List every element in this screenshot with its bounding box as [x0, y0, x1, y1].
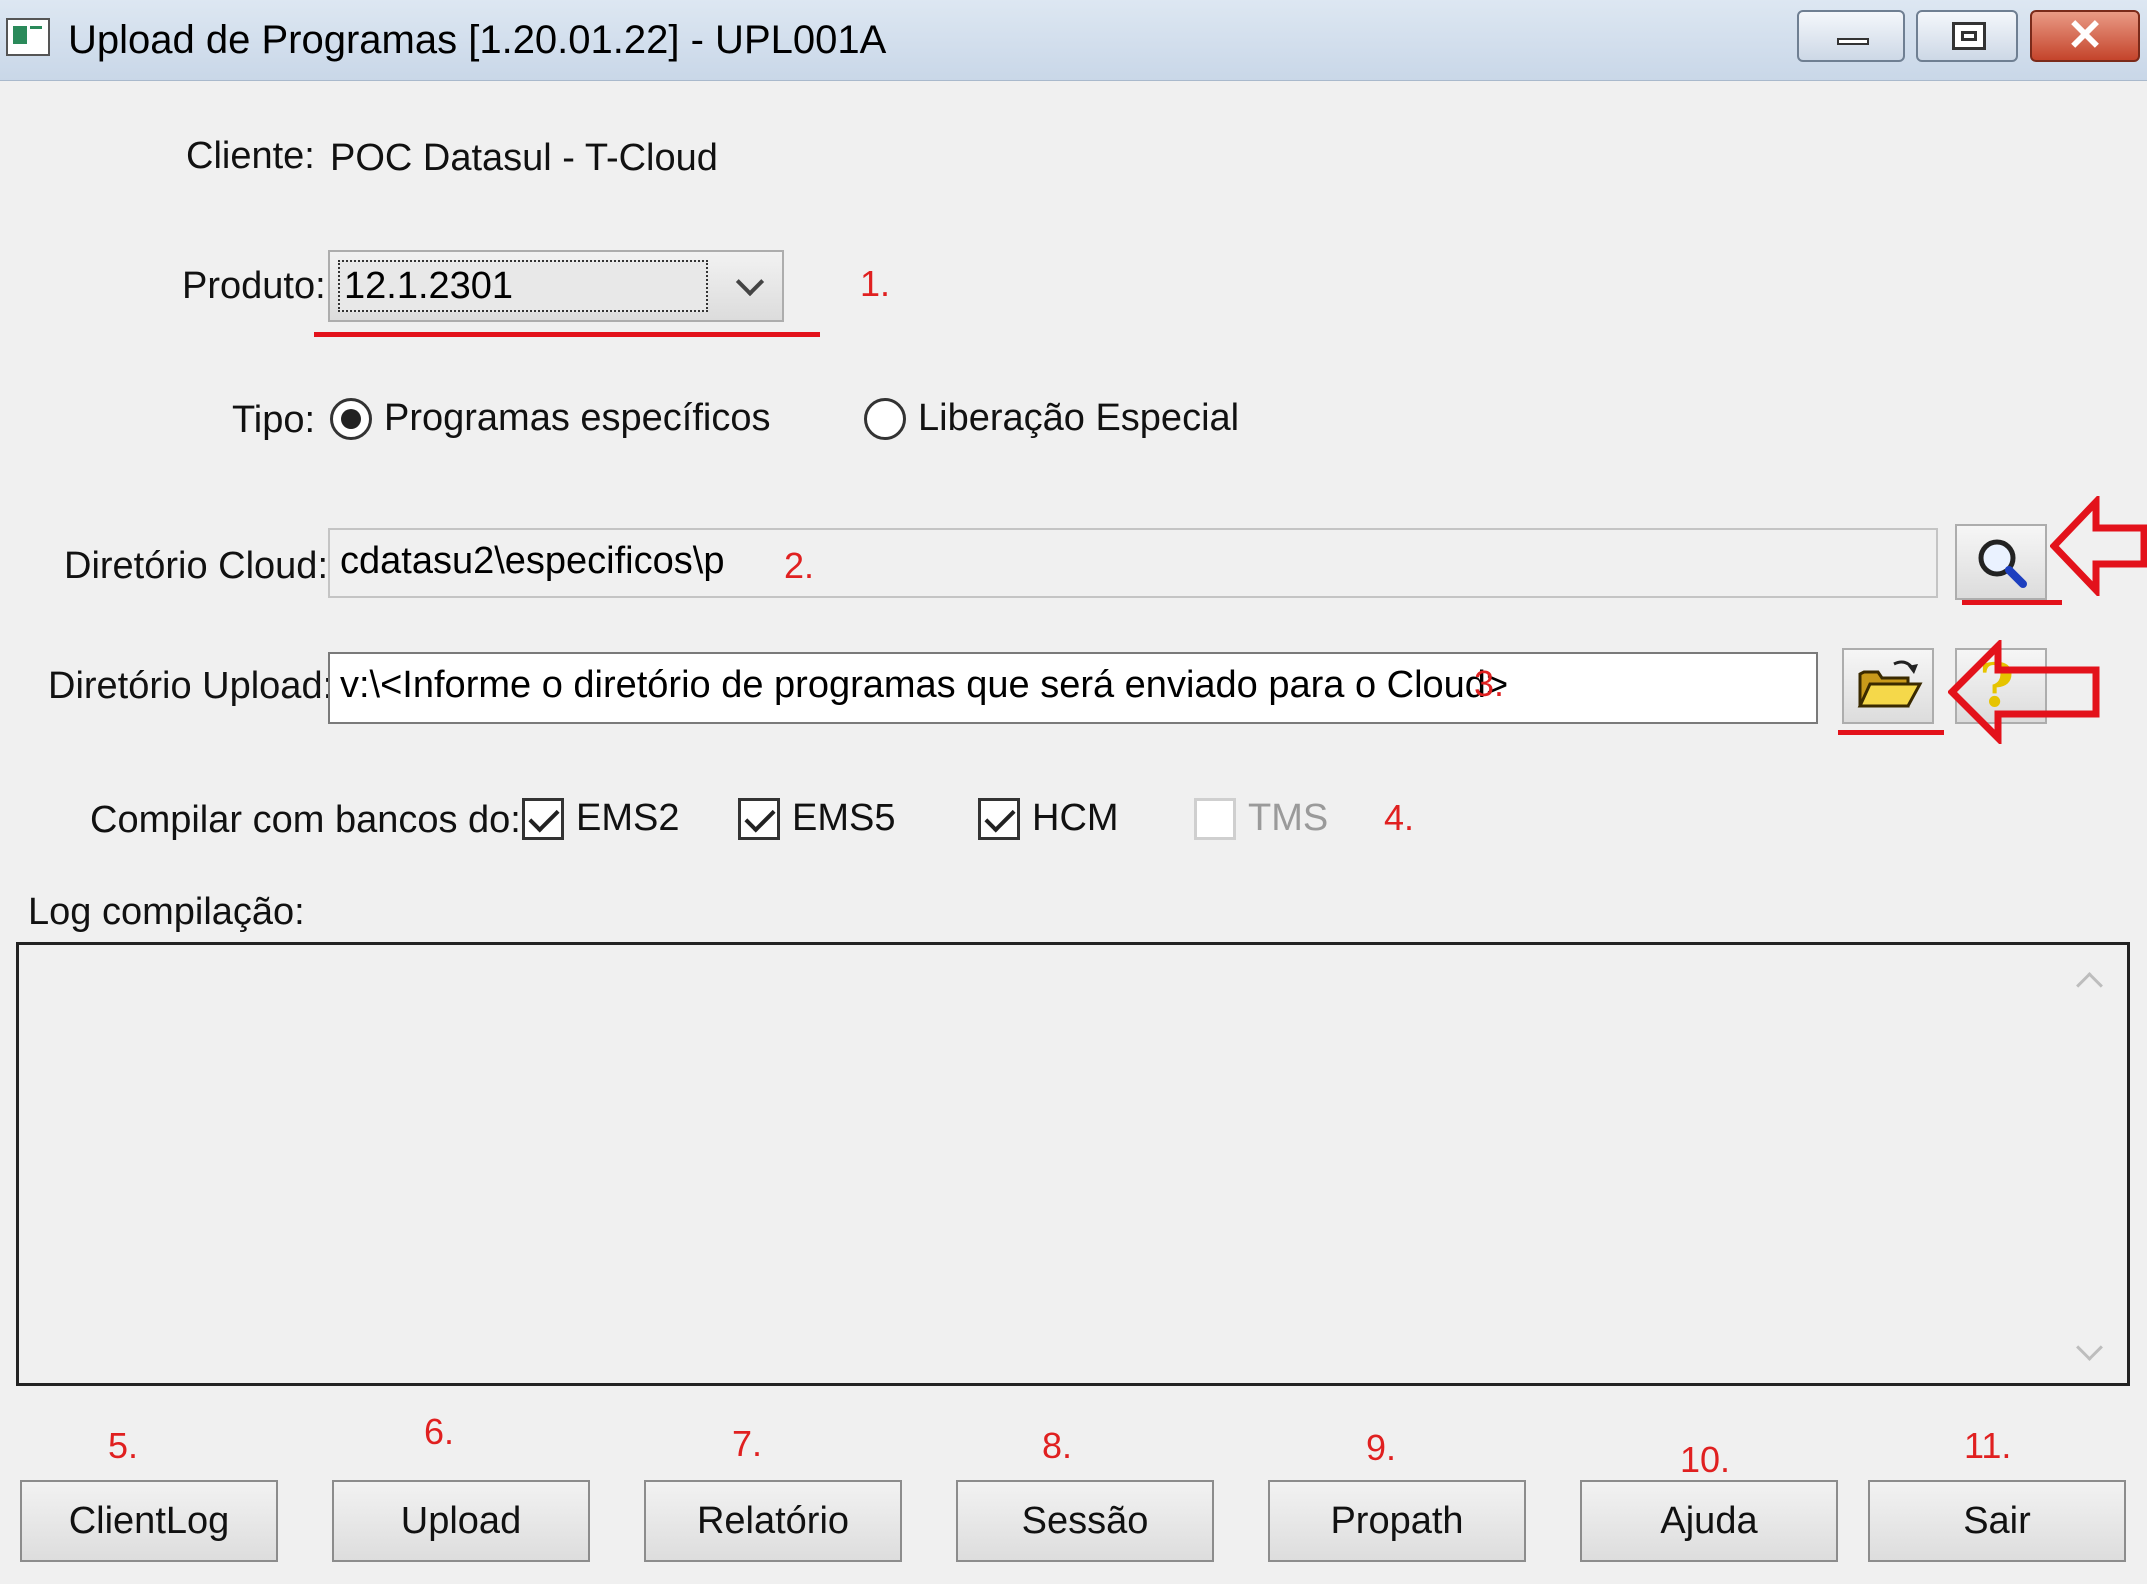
- chevron-down-icon[interactable]: [722, 252, 782, 320]
- annotation-marker: 5.: [108, 1425, 139, 1466]
- checkbox-label: TMS: [1248, 797, 1329, 839]
- scroll-up-icon[interactable]: [2070, 966, 2110, 996]
- radio-label: Programas específicos: [384, 397, 771, 439]
- diretorio-upload-input[interactable]: v:\<Informe o diretório de programas que…: [328, 652, 1818, 724]
- annotation-arrow-icon: [1948, 640, 2100, 744]
- browse-folder-button[interactable]: [1842, 648, 1934, 724]
- checkbox-label: EMS5: [792, 797, 896, 839]
- folder-open-icon: [1857, 660, 1923, 708]
- diretorio-cloud-value: cdatasu2\especificos\p: [340, 540, 725, 582]
- tipo-label: Tipo:: [232, 399, 316, 441]
- sessao-button[interactable]: Sessão: [956, 1480, 1214, 1562]
- window-title: Upload de Programas [1.20.01.22] - UPL00…: [68, 18, 887, 62]
- annotation-marker: 4.: [1384, 797, 1415, 838]
- close-icon: ✕: [2066, 11, 2104, 60]
- annotation-marker: 3.: [1474, 663, 1505, 704]
- minimize-button[interactable]: [1797, 10, 1905, 62]
- cliente-label: Cliente:: [186, 135, 315, 177]
- cliente-value: POC Datasul - T-Cloud: [330, 137, 718, 179]
- annotation-marker: 11.: [1964, 1425, 2012, 1466]
- diretorio-upload-label: Diretório Upload:: [48, 665, 334, 707]
- annotation-marker: 1.: [860, 263, 891, 304]
- annotation-arrow-icon: [2050, 496, 2147, 596]
- upload-button[interactable]: Upload: [332, 1480, 590, 1562]
- relatorio-button[interactable]: Relatório: [644, 1480, 902, 1562]
- checkbox-hcm[interactable]: [978, 798, 1020, 840]
- log-textarea[interactable]: [16, 942, 2130, 1386]
- maximize-button[interactable]: [1916, 10, 2018, 62]
- maximize-icon: [1952, 22, 1986, 50]
- checkbox-tms: [1194, 798, 1236, 840]
- produto-select[interactable]: 12.1.2301: [328, 250, 784, 322]
- produto-label: Produto:: [182, 265, 326, 307]
- checkbox-ems5[interactable]: [738, 798, 780, 840]
- app-icon: [6, 18, 50, 56]
- annotation-marker: 6.: [424, 1411, 455, 1452]
- annotation-marker: 2.: [784, 545, 815, 586]
- annotation-marker: 7.: [732, 1423, 763, 1464]
- clientlog-button[interactable]: ClientLog: [20, 1480, 278, 1562]
- ajuda-button[interactable]: Ajuda: [1580, 1480, 1838, 1562]
- annotation-underline: [1962, 600, 2062, 605]
- annotation-underline: [314, 332, 820, 337]
- compilar-label: Compilar com bancos do:: [90, 799, 521, 841]
- log-label: Log compilação:: [28, 891, 305, 933]
- search-icon: [1978, 539, 2027, 588]
- radio-liberacao-especial[interactable]: [864, 398, 906, 440]
- diretorio-upload-value: v:\<Informe o diretório de programas que…: [340, 664, 1509, 706]
- annotation-marker: 10.: [1680, 1439, 1731, 1480]
- radio-programas-especificos[interactable]: [330, 398, 372, 440]
- annotation-marker: 9.: [1366, 1427, 1397, 1468]
- propath-button[interactable]: Propath: [1268, 1480, 1526, 1562]
- annotation-underline: [1838, 730, 1944, 735]
- checkbox-label: HCM: [1032, 797, 1119, 839]
- scroll-down-icon[interactable]: [2070, 1338, 2110, 1368]
- radio-label: Liberação Especial: [918, 397, 1240, 439]
- sair-button[interactable]: Sair: [1868, 1480, 2126, 1562]
- checkbox-ems2[interactable]: [522, 798, 564, 840]
- checkbox-label: EMS2: [576, 797, 680, 839]
- annotation-marker: 8.: [1042, 1425, 1073, 1466]
- close-button[interactable]: ✕: [2030, 10, 2140, 62]
- minimize-icon: [1837, 38, 1869, 45]
- search-button[interactable]: [1955, 524, 2047, 600]
- diretorio-cloud-label: Diretório Cloud:: [64, 545, 328, 587]
- produto-selected-value: 12.1.2301: [338, 260, 708, 312]
- diretorio-cloud-field: cdatasu2\especificos\p: [328, 528, 1938, 598]
